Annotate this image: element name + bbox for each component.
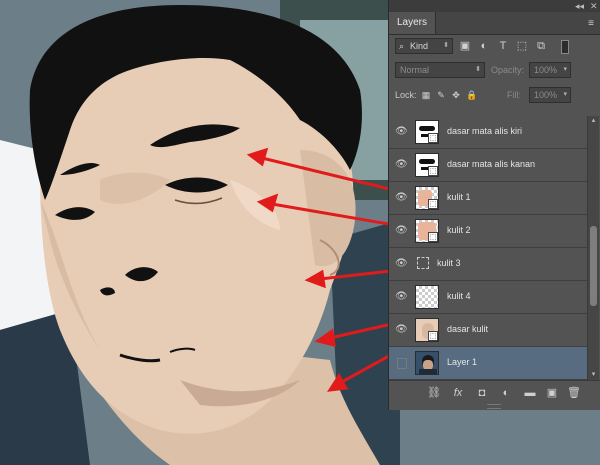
chevron-down-icon: ⬍ [475,66,481,73]
layer-row[interactable]: 👁 ⬚ dasar mata alis kiri [389,116,587,149]
layer-row[interactable]: 👁 ⬚ kulit 1 [389,182,587,215]
tab-layers[interactable]: Layers [389,12,436,34]
layer-name[interactable]: dasar mata alis kiri [447,126,522,136]
smart-object-icon: ⬚ [428,331,438,341]
visibility-eye-icon[interactable]: 👁 [395,160,408,170]
layers-list: 👁 ⬚ dasar mata alis kiri 👁 ⬚ dasar mata … [389,116,600,380]
lock-row: Lock: ▦ ✎ ✥ 🔒 Fill: 100% ▾ [389,85,600,105]
layer-thumbnail [415,351,439,375]
chevron-down-icon: ▾ [563,66,567,73]
mask-icon[interactable]: ◘ [475,386,489,400]
lock-transparent-icon[interactable]: ▦ [421,90,431,100]
shape-placeholder-icon [417,257,429,269]
filter-pixel-icon[interactable]: ▣ [459,40,471,52]
fx-icon[interactable]: fx [451,386,465,400]
lock-position-icon[interactable]: ✥ [451,90,461,100]
chevron-down-icon: ▾ [563,91,567,98]
search-icon: ⌕ [399,41,405,51]
visibility-eye-icon[interactable]: 👁 [395,193,408,203]
layer-row[interactable]: 👁 ⬚ dasar mata alis kanan [389,149,587,182]
layer-row[interactable]: 👁 kulit 3 [389,248,587,281]
opacity-value: 100% [534,65,558,75]
layer-name[interactable]: dasar mata alis kanan [447,159,535,169]
fill-input[interactable]: 100% ▾ [529,87,571,103]
layer-row[interactable]: 👁 ⬚ dasar kulit [389,314,587,347]
visibility-eye-icon[interactable]: 👁 [395,292,408,302]
blend-mode-select[interactable]: Normal ⬍ [395,62,485,78]
smart-object-icon: ⬚ [428,166,438,176]
visibility-eye-icon[interactable]: 👁 [395,325,408,335]
layer-name[interactable]: kulit 4 [447,291,471,301]
panel-resize-handle[interactable] [487,404,501,409]
layer-row[interactable]: 👁 kulit 4 [389,281,587,314]
link-icon[interactable]: ⛓ [427,386,441,400]
layer-thumbnail [415,285,439,309]
visibility-eye-icon[interactable]: 👁 [395,259,408,269]
opacity-input[interactable]: 100% ▾ [529,62,571,78]
opacity-label: Opacity: [491,65,525,75]
panel-tabbar: Layers ≡ [389,12,600,35]
close-icon[interactable]: ✕ [590,1,598,11]
lock-image-icon[interactable]: ✎ [436,90,446,100]
filter-row: ⌕ Kind ⬍ ▣ ◐ T ⬚ ⧉ [389,38,600,56]
fill-value: 100% [534,90,558,100]
collapse-icon[interactable]: ◂◂ [575,1,584,11]
layer-row-selected[interactable]: Layer 1 [389,347,587,380]
filter-shape-icon[interactable]: ⬚ [516,40,528,52]
fill-label: Fill: [507,90,521,100]
kind-filter-select[interactable]: ⌕ Kind ⬍ [395,38,453,54]
kind-filter-label: Kind [410,41,429,51]
scrollbar-thumb[interactable] [590,226,597,306]
layers-scrollbar[interactable]: ▴ ▾ [587,116,599,380]
layer-name[interactable]: Layer 1 [447,357,477,367]
layer-name[interactable]: kulit 3 [437,258,461,268]
filter-toggle[interactable] [561,40,569,54]
chevron-down-icon: ⬍ [443,42,449,49]
smart-object-icon: ⬚ [428,133,438,143]
layer-name[interactable]: kulit 2 [447,225,471,235]
panel-header-bar: ◂◂ ✕ [389,0,600,12]
layer-name[interactable]: kulit 1 [447,192,471,202]
folder-icon[interactable]: ▬ [523,386,537,400]
visibility-off-icon[interactable] [397,358,407,369]
filter-type-icon[interactable]: T [497,40,509,52]
filter-smartobject-icon[interactable]: ⧉ [535,40,547,52]
panel-menu-icon[interactable]: ≡ [588,18,594,29]
smart-object-icon: ⬚ [428,232,438,242]
new-layer-icon[interactable]: ▣ [545,386,559,400]
layer-name[interactable]: dasar kulit [447,324,488,334]
visibility-eye-icon[interactable]: 👁 [395,226,408,236]
layers-panel: ◂◂ ✕ Layers ≡ ⌕ Kind ⬍ ▣ ◐ T ⬚ ⧉ Normal … [388,0,600,410]
layers-bottom-toolbar: ⛓ fx ◘ ◐ ▬ ▣ 🗑 [389,380,600,405]
filter-adjustment-icon[interactable]: ◐ [478,40,490,52]
blend-row: Normal ⬍ Opacity: 100% ▾ [389,62,600,80]
layer-row[interactable]: 👁 ⬚ kulit 2 [389,215,587,248]
scroll-down-icon[interactable]: ▾ [588,370,599,380]
smart-object-icon: ⬚ [428,199,438,209]
trash-icon[interactable]: 🗑 [567,386,581,400]
lock-all-icon[interactable]: 🔒 [466,90,477,100]
scroll-up-icon[interactable]: ▴ [588,116,599,126]
blend-mode-value: Normal [400,65,430,75]
lock-label: Lock: [395,90,417,100]
adjustment-icon[interactable]: ◐ [499,386,513,400]
visibility-eye-icon[interactable]: 👁 [395,127,408,137]
